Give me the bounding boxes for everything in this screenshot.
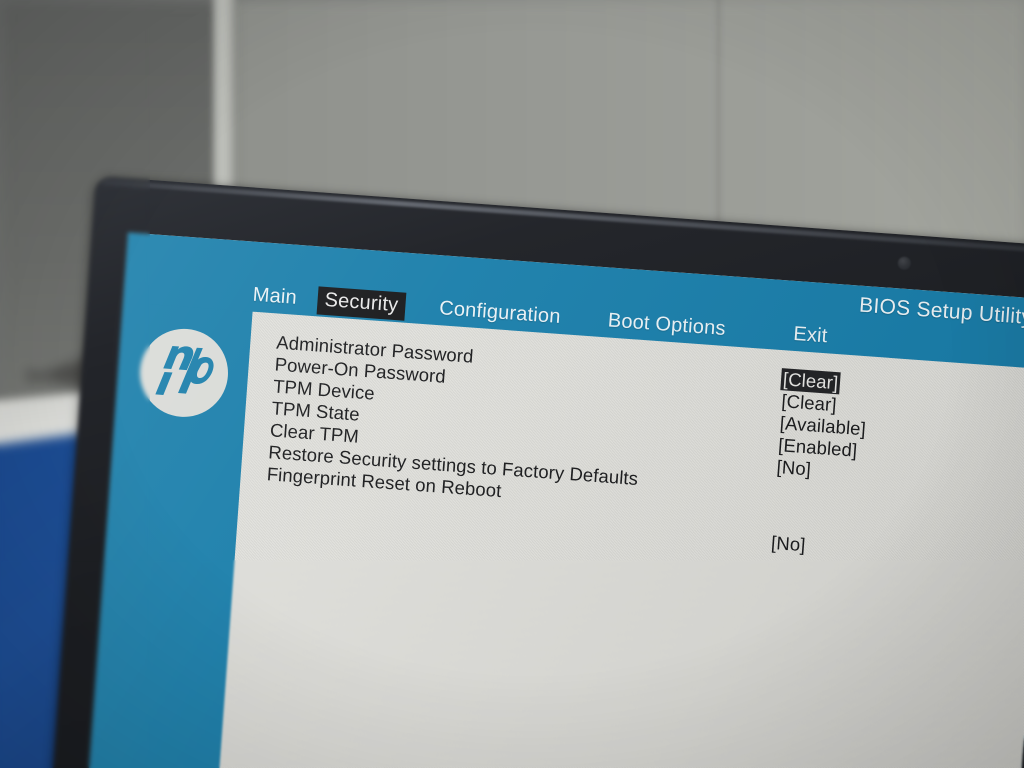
bios-settings-panel: Administrator Password [Clear] Power-On … (214, 311, 1024, 768)
tab-exit[interactable]: Exit (785, 320, 835, 351)
tab-main[interactable]: Main (245, 281, 305, 313)
photo-stage: BIOS Setup Utility Main Security Configu… (0, 0, 1024, 768)
setting-value-fingerprint-reset-on-reboot[interactable]: [No] (768, 532, 808, 557)
laptop-screen: BIOS Setup Utility Main Security Configu… (84, 232, 1024, 768)
setting-value-clear-tpm[interactable]: [No] (774, 456, 814, 481)
tab-security[interactable]: Security (316, 286, 407, 321)
hp-logo-icon (136, 325, 232, 420)
laptop: BIOS Setup Utility Main Security Configu… (48, 176, 1024, 768)
bios-setup-utility: BIOS Setup Utility Main Security Configu… (84, 232, 1024, 768)
